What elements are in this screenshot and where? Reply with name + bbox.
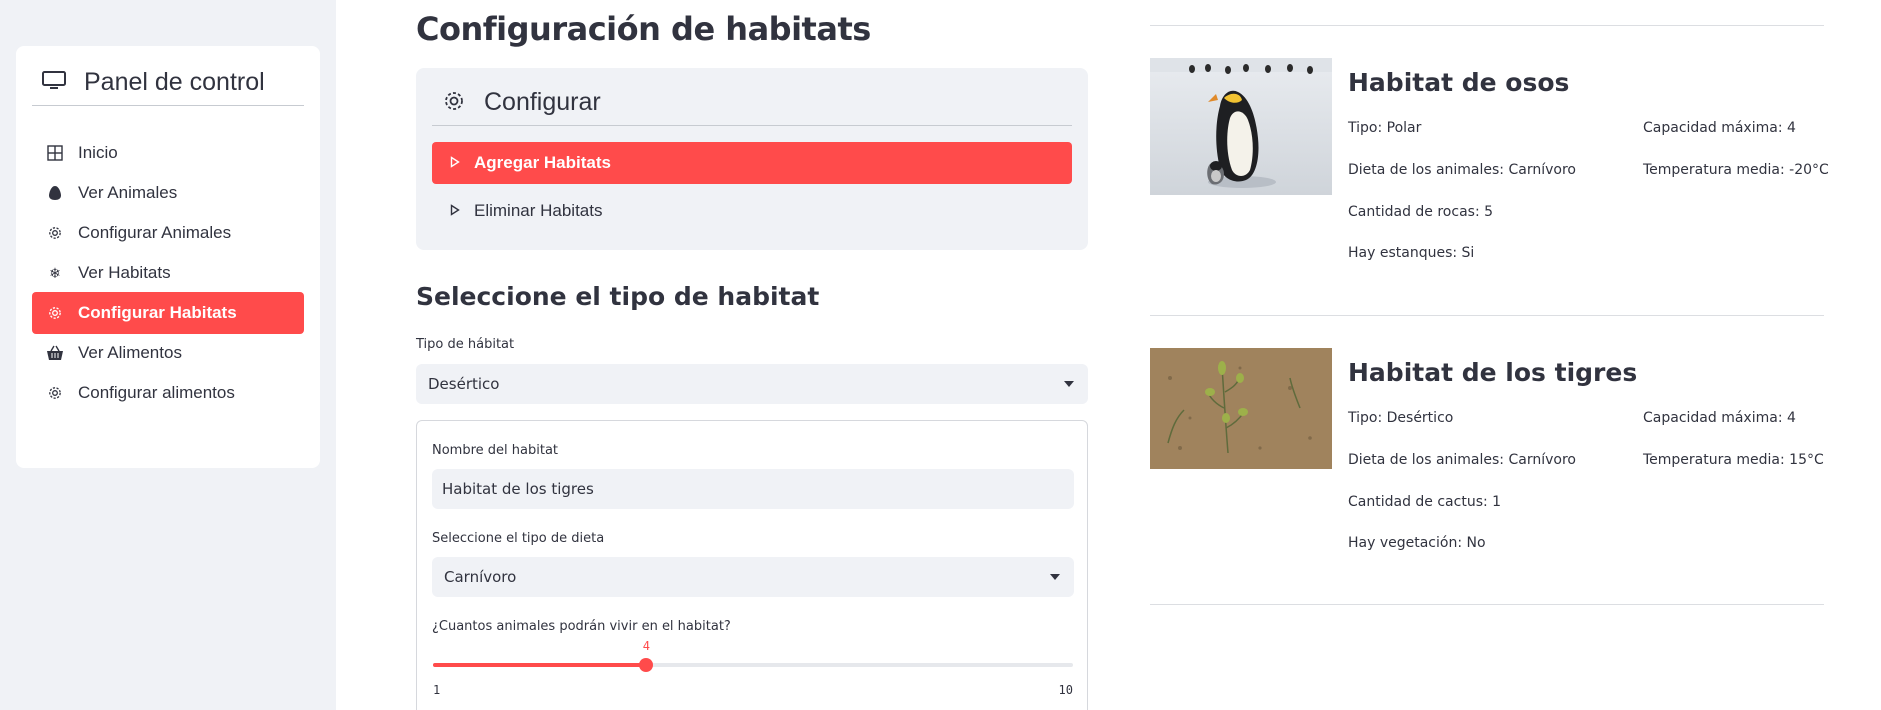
divider [1150, 25, 1824, 26]
sidebar-item-label: Ver Alimentos [78, 343, 182, 362]
habitat-info: Temperatura media: -20°C [1643, 162, 1829, 178]
sidebar: Panel de control Inicio Ver Animales Con… [0, 0, 336, 710]
diet-value: Carnívoro [444, 568, 517, 586]
diet-label: Seleccione el tipo de dieta [432, 531, 605, 546]
sidebar-title: Panel de control [84, 68, 265, 96]
slider-min: 1 [433, 683, 441, 697]
habitat-type-label: Tipo de hábitat [416, 337, 515, 352]
snowflake-icon: ❄ [49, 264, 61, 281]
divider [1150, 315, 1824, 316]
slider-fill [433, 663, 647, 667]
sidebar-item-configurar-alimentos[interactable]: Configurar alimentos [32, 372, 304, 414]
sidebar-item-configurar-habitats[interactable]: Configurar Habitats [32, 292, 304, 334]
caret-down-icon [1050, 574, 1060, 580]
slider-value: 4 [642, 639, 650, 653]
monitor-icon [42, 70, 66, 95]
sidebar-item-inicio[interactable]: Inicio [32, 132, 304, 174]
capacity-slider[interactable]: 4 [433, 639, 1073, 672]
habitat-title: Habitat de los tigres [1348, 358, 1638, 387]
sidebar-header: Panel de control [32, 60, 304, 106]
caret-down-icon [1064, 381, 1074, 387]
menu-item-label: Eliminar Habitats [474, 201, 603, 220]
gear-icon [46, 384, 64, 402]
diet-select[interactable]: Carnívoro [432, 557, 1074, 597]
desert-plant-photo [1150, 348, 1332, 485]
sidebar-item-ver-habitats[interactable]: ❄ Ver Habitats [32, 252, 304, 294]
section-title: Seleccione el tipo de habitat [416, 282, 820, 311]
config-menu-header: Configurar [432, 80, 1072, 126]
penguin-photo [1150, 58, 1332, 195]
habitat-info: Capacidad máxima: 4 [1643, 120, 1796, 136]
capacity-label: ¿Cuantos animales podrán vivir en el hab… [432, 619, 731, 634]
egg-icon [46, 184, 64, 202]
sidebar-item-label: Configurar Animales [78, 223, 232, 242]
app: Panel de control Inicio Ver Animales Con… [0, 0, 1881, 710]
habitat-info: Hay estanques: Si [1348, 245, 1475, 261]
habitat-info: Dieta de los animales: Carnívoro [1348, 452, 1576, 468]
sidebar-item-label: Ver Animales [78, 183, 178, 202]
habitat-type-select[interactable]: Desértico [416, 364, 1088, 404]
divider [1150, 604, 1824, 605]
habitat-info: Cantidad de rocas: 5 [1348, 204, 1494, 220]
sidebar-item-label: Inicio [78, 143, 118, 162]
sidebar-item-label: Ver Habitats [78, 263, 171, 282]
habitat-name-input[interactable]: Habitat de los tigres [432, 469, 1074, 509]
sidebar-menu: Panel de control Inicio Ver Animales Con… [16, 46, 320, 468]
habitat-form: Nombre del habitat Habitat de los tigres… [416, 420, 1088, 710]
gear-icon [46, 304, 64, 322]
habitat-info: Capacidad máxima: 4 [1643, 410, 1796, 426]
main-content: Configuración de habitats Configurar Agr… [416, 0, 1088, 710]
habitat-name-value: Habitat de los tigres [442, 480, 594, 498]
sidebar-item-ver-alimentos[interactable]: Ver Alimentos [32, 332, 304, 374]
sidebar-item-ver-animales[interactable]: Ver Animales [32, 172, 304, 214]
habitat-info: Dieta de los animales: Carnívoro [1348, 162, 1576, 178]
habitat-info: Temperatura media: 15°C [1643, 452, 1824, 468]
habitat-title: Habitat de osos [1348, 68, 1570, 97]
config-menu-title: Configurar [484, 88, 601, 116]
gear-icon [442, 89, 466, 117]
slider-thumb[interactable] [639, 658, 654, 672]
menu-item-agregar-habitats[interactable]: Agregar Habitats [432, 142, 1072, 184]
habitat-info: Cantidad de cactus: 1 [1348, 494, 1502, 510]
gear-icon [46, 224, 64, 242]
habitat-info: Tipo: Polar [1348, 120, 1422, 136]
grid-icon [46, 144, 64, 162]
page-title: Configuración de habitats [416, 10, 871, 48]
play-icon [450, 153, 460, 173]
sidebar-item-label: Configurar alimentos [78, 383, 235, 402]
habitat-info: Hay vegetación: No [1348, 535, 1486, 551]
basket-icon [46, 344, 64, 362]
menu-item-eliminar-habitats[interactable]: Eliminar Habitats [432, 190, 1072, 232]
habitat-type-value: Desértico [428, 375, 500, 393]
menu-item-label: Agregar Habitats [474, 153, 611, 172]
habitat-info: Tipo: Desértico [1348, 410, 1454, 426]
config-menu: Configurar Agregar Habitats Eliminar Hab… [416, 68, 1088, 250]
habitat-name-label: Nombre del habitat [432, 443, 559, 458]
sidebar-item-configurar-animales[interactable]: Configurar Animales [32, 212, 304, 254]
slider-max: 10 [1058, 683, 1073, 697]
play-icon [450, 201, 460, 221]
sidebar-item-label: Configurar Habitats [78, 303, 237, 322]
habitat-list: Habitat de osos Tipo: Polar Dieta de los… [1150, 0, 1829, 710]
